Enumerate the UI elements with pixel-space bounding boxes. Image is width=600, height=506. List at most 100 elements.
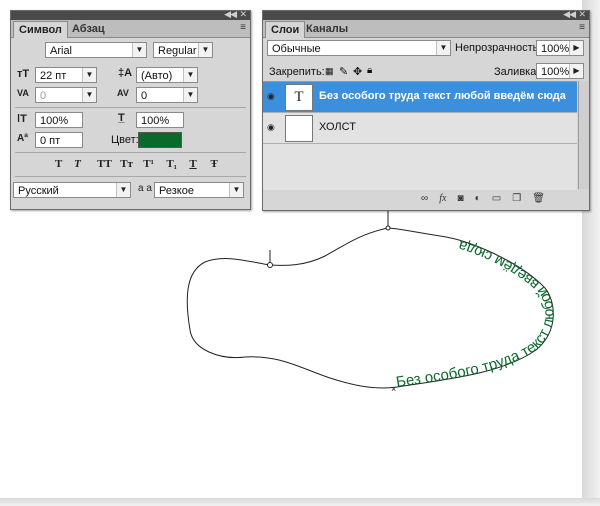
panel-menu-icon[interactable]: ≡ [240,22,246,33]
fill-label: Заливка: [494,66,540,78]
lock-position-icon[interactable]: ✥ [353,65,362,78]
baseline-shift-value: 0 пт [40,135,61,147]
font-family-value: Arial [50,45,73,57]
chevron-down-icon: ▼ [183,68,197,82]
language-select[interactable]: Русский ▼ [13,182,131,198]
font-style-buttons: T T TT Tт T¹ T₁ T Ŧ [55,158,235,170]
baseline-shift-icon: Aª [17,133,28,144]
anchor-point-top[interactable] [385,225,391,231]
leading-input[interactable]: (Авто) ▼ [136,67,198,83]
close-icon[interactable]: ✕ [239,9,247,20]
eye-icon[interactable]: ◉ [267,91,275,102]
adjustment-layer-icon[interactable]: ◐ [475,193,481,204]
chevron-down-icon: ▼ [132,43,146,57]
subscript-button[interactable]: T₁ [166,158,186,170]
new-group-icon[interactable]: ▭ [492,193,501,204]
strikethrough-button[interactable]: Ŧ [210,158,228,170]
divider [15,152,246,153]
faux-italic-button[interactable]: T [74,158,94,170]
chevron-down-icon: ▼ [116,183,130,197]
opacity-value: 100% [541,43,570,55]
text-color-swatch[interactable] [138,132,182,148]
antialias-icon: a a [138,183,152,194]
faux-bold-button[interactable]: T [55,158,71,170]
tracking-value: 0 [141,90,148,102]
divider [15,107,246,108]
eye-icon[interactable]: ◉ [267,122,275,133]
underline-button[interactable]: T [189,158,207,170]
tab-paragraph[interactable]: Абзац [67,21,110,37]
kerning-input[interactable]: 0 ▼ [35,87,97,103]
layer-thumbnail [285,115,313,142]
horizontal-scale-icon: T̲ [118,112,125,124]
path-text[interactable]: Без особого труда текст любой введём сюд… [395,236,557,391]
baseline-shift-input[interactable]: 0 пт [35,132,83,148]
layer-name[interactable]: Без особого труда текст любой введём сюд… [319,90,566,102]
antialias-value: Резкое [159,185,194,197]
lock-transparent-icon[interactable]: ▦ [325,66,334,77]
font-size-value: 22 пт [40,70,67,82]
collapse-icon[interactable]: ◀◀ [563,9,576,20]
layers-bottom-toolbar: ∞ fx ◙ ◐ ▭ ❐ 🗑︎ [413,192,588,204]
delete-layer-icon[interactable]: 🗑︎ [532,193,545,204]
superscript-button[interactable]: T¹ [143,158,163,170]
kerning-value: 0 [40,90,47,102]
leading-value: (Авто) [141,70,173,82]
font-size-input[interactable]: 22 пт ▼ [35,67,97,83]
small-caps-button[interactable]: Tт [120,158,140,170]
layer-row-canvas[interactable]: ◉ ХОЛСТ [263,113,577,144]
panel-titlebar[interactable]: ◀◀ ✕ [263,9,589,20]
close-icon[interactable]: ✕ [578,9,586,20]
kerning-icon: VA [17,88,29,98]
panel-titlebar[interactable]: ◀◀ ✕ [11,9,250,20]
lock-all-icon[interactable]: 🔒︎ [367,65,372,76]
chevron-down-icon: ▼ [436,41,450,55]
chevron-down-icon: ▼ [229,183,243,197]
chevron-down-icon: ▼ [183,88,197,102]
chevron-down-icon: ▼ [82,68,96,82]
all-caps-button[interactable]: TT [97,158,117,170]
layer-row-text[interactable]: ◉ T Без особого труда текст любой введём… [263,82,577,113]
font-family-select[interactable]: Arial ▼ [45,42,147,58]
vertical-scale-input[interactable]: 100% [35,112,83,128]
tab-layers[interactable]: Слои [265,21,306,38]
chevron-right-icon: ▶ [569,41,583,55]
tab-character[interactable]: Символ [13,21,68,38]
text-layer-thumbnail: T [285,84,313,111]
path-end-marker: × [391,384,396,394]
add-mask-icon[interactable]: ◙ [457,193,463,204]
new-layer-icon[interactable]: ❐ [512,193,521,204]
layers-scrollbar[interactable] [578,81,589,189]
layers-panel: ◀◀ ✕ Слои Каналы ≡ Обычные ▼ Непрозрачно… [262,9,590,211]
opacity-label: Непрозрачность: [455,42,542,54]
horizontal-scale-input[interactable]: 100% [136,112,184,128]
chevron-right-icon: ▶ [569,64,583,78]
anchor-point[interactable] [267,262,273,268]
tab-channels[interactable]: Каналы [301,21,353,37]
chevron-down-icon: ▼ [82,88,96,102]
vertical-scale-value: 100% [40,115,69,127]
font-size-icon: ᴛT [17,68,30,80]
character-tabs: Символ Абзац ≡ [11,20,250,38]
layers-tabs: Слои Каналы ≡ [263,20,589,38]
antialias-select[interactable]: Резкое ▼ [154,182,244,198]
language-value: Русский [18,185,59,197]
panel-menu-icon[interactable]: ≡ [579,22,585,33]
link-layers-icon[interactable]: ∞ [421,193,428,204]
tracking-icon: AV [117,88,129,98]
fill-value: 100% [541,66,570,78]
blend-mode-select[interactable]: Обычные ▼ [267,40,451,56]
font-style-select[interactable]: Regular ▼ [153,42,213,58]
tracking-input[interactable]: 0 ▼ [136,87,198,103]
layer-name[interactable]: ХОЛСТ [319,121,356,133]
vertical-scale-icon: ǀT [17,113,27,125]
layers-list: ◉ T Без особого труда текст любой введём… [263,81,577,190]
collapse-icon[interactable]: ◀◀ [224,9,237,20]
font-style-value: Regular [158,45,197,57]
lock-pixels-icon[interactable]: ✎ [339,65,348,78]
leading-icon: ‡A [118,67,133,79]
opacity-input[interactable]: 100% ▶ [536,40,584,56]
divider [15,176,246,177]
layer-style-icon[interactable]: fx [439,193,446,204]
fill-input[interactable]: 100% ▶ [536,63,584,79]
